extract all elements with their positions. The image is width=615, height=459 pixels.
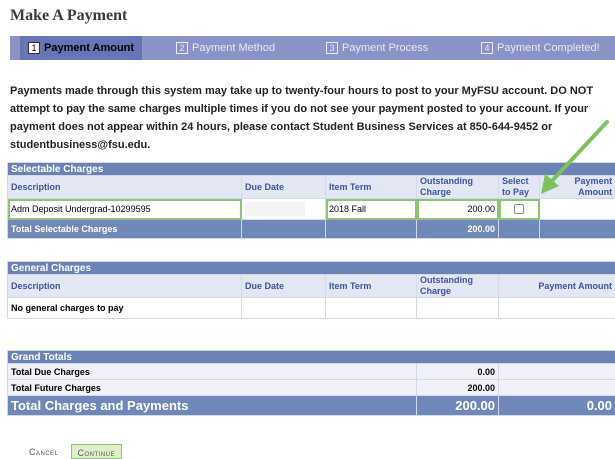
continue-button[interactable]: Continue — [70, 444, 123, 459]
step-payment-process: 3 Payment Process — [326, 36, 428, 60]
col-outstanding-charge: Outstanding Charge — [416, 274, 499, 298]
total-due-value: 0.00 — [416, 363, 499, 380]
step-number: 2 — [176, 42, 188, 54]
col-payment-amount: Payment Amount — [538, 175, 615, 199]
payment-steps-bar: 1 Payment Amount 2 Payment Method 3 Paym… — [10, 36, 615, 60]
total-selectable-label: Total Selectable Charges — [7, 219, 242, 239]
total-charges-value: 200.00 — [416, 395, 499, 416]
step-label: Payment Method — [192, 42, 276, 54]
step-label: Payment Process — [342, 42, 429, 54]
action-buttons: Cancel Continue — [23, 444, 123, 459]
payment-amount-cell — [538, 198, 615, 220]
table-row: No general charges to pay — [7, 297, 615, 319]
col-description: Description — [7, 175, 242, 199]
total-row: Total Selectable Charges 200.00 — [7, 219, 615, 239]
step-payment-amount: 1 Payment Amount — [20, 36, 143, 60]
select-to-pay-cell — [498, 198, 540, 220]
step-payment-completed: 4 Payment Completed! — [481, 36, 600, 60]
col-description: Description — [7, 274, 242, 298]
cancel-button[interactable]: Cancel — [23, 444, 65, 459]
grand-totals-table: Grand Totals Total Due Charges 0.00 Tota… — [6, 350, 615, 416]
charge-description: Adm Deposit Undergrad-10299595 — [7, 198, 242, 220]
charge-due-date — [241, 198, 326, 220]
total-charges-row: Total Charges and Payments 200.00 0.00 — [7, 395, 615, 416]
col-select-to-pay: Select to Pay — [498, 175, 540, 199]
col-payment-amount: Payment Amount — [497, 274, 615, 298]
charge-outstanding: 200.00 — [416, 198, 499, 220]
selectable-charges-table: Selectable Charges Description Due Date … — [6, 162, 615, 239]
step-label: Payment Completed! — [497, 42, 600, 54]
step-payment-method: 2 Payment Method — [176, 36, 275, 60]
step-number: 4 — [481, 42, 493, 54]
total-future-row: Total Future Charges 200.00 — [7, 379, 615, 396]
col-item-term: Item Term — [325, 274, 417, 298]
total-due-row: Total Due Charges 0.00 — [7, 363, 615, 380]
page-title: Make A Payment — [10, 7, 128, 24]
table-row: Adm Deposit Undergrad-10299595 2018 Fall… — [7, 198, 615, 220]
general-charges-title: General Charges — [6, 261, 615, 275]
total-future-label: Total Future Charges — [7, 379, 417, 396]
payment-notice: Payments made through this system may ta… — [10, 85, 594, 151]
total-future-value: 200.00 — [416, 379, 499, 396]
col-outstanding-charge: Outstanding Charge — [416, 175, 499, 199]
general-charges-table: General Charges Description Due Date Ite… — [6, 261, 615, 319]
select-to-pay-checkbox[interactable] — [514, 204, 524, 215]
charge-item-term: 2018 Fall — [325, 198, 417, 220]
total-selectable-value: 200.00 — [416, 219, 499, 239]
no-general-charges: No general charges to pay — [7, 297, 242, 319]
due-date-value — [245, 202, 305, 216]
grand-totals-title: Grand Totals — [6, 350, 615, 364]
total-charges-label: Total Charges and Payments — [7, 395, 417, 416]
step-number: 1 — [28, 42, 40, 54]
selectable-charges-title: Selectable Charges — [6, 162, 615, 176]
total-payment-value: 0.00 — [497, 395, 615, 416]
col-due-date: Due Date — [241, 175, 326, 199]
step-label: Payment Amount — [44, 42, 135, 54]
total-due-label: Total Due Charges — [7, 363, 417, 380]
step-number: 3 — [326, 42, 338, 54]
col-due-date: Due Date — [241, 274, 326, 298]
col-item-term: Item Term — [325, 175, 417, 199]
